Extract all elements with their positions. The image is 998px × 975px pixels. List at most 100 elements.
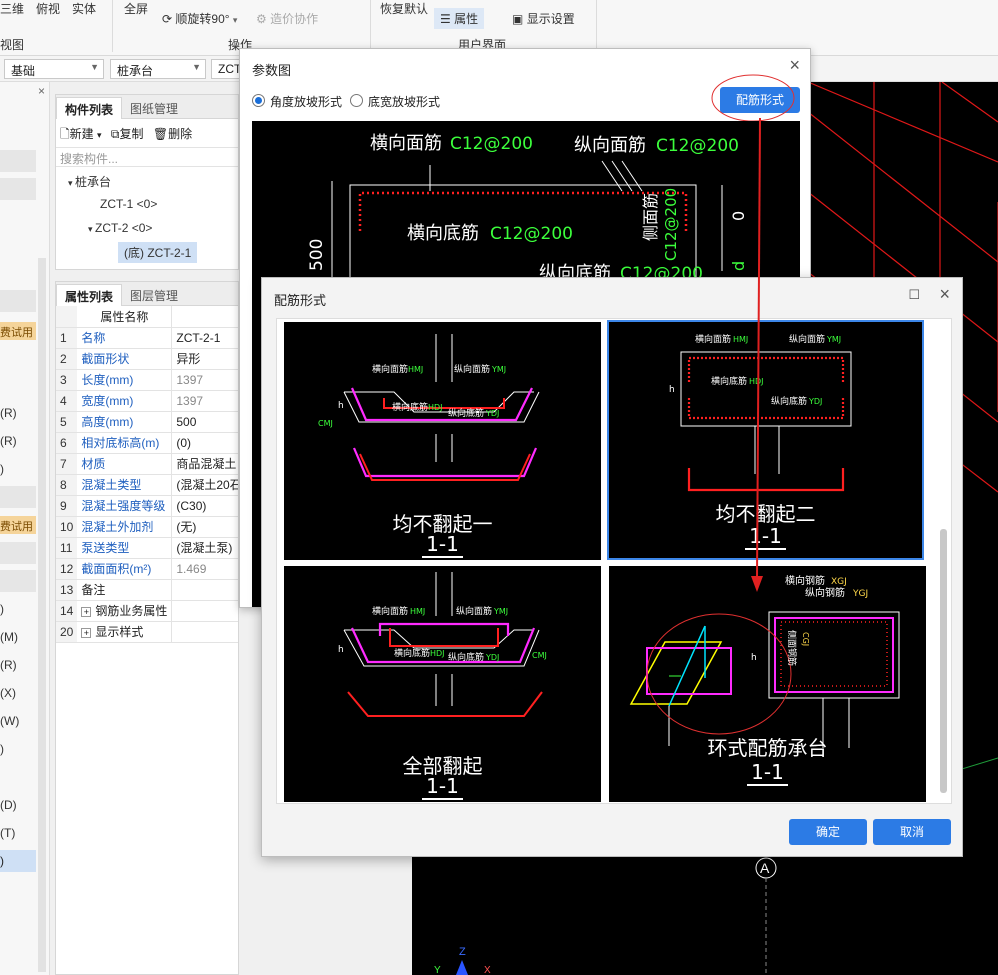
nav-item[interactable]: ) [0, 602, 4, 616]
maximize-icon[interactable]: ☐ [908, 287, 920, 303]
property-value[interactable]: 异形 [171, 348, 238, 370]
nav-item[interactable]: (W) [0, 714, 19, 728]
ribbon-divider [596, 0, 597, 52]
highlight-ellipse [711, 74, 795, 122]
close-icon[interactable]: × [939, 284, 950, 305]
ok-button[interactable]: 确定 [789, 819, 867, 845]
tree-item-zct1[interactable]: ZCT-1 <0> [100, 197, 157, 211]
property-row[interactable]: 5 高度(mm) 500 [56, 411, 238, 433]
opt2-mj: HMJ [733, 335, 748, 344]
fullscreen-button[interactable]: 全屏 [124, 0, 148, 17]
nav-block[interactable] [0, 290, 36, 312]
property-row[interactable]: 8 混凝土类型 (混凝土20石 [56, 474, 238, 496]
expand-plus-icon[interactable]: + [81, 607, 92, 617]
property-row[interactable]: 13 备注 [56, 579, 238, 601]
nav-item[interactable]: ) [0, 742, 4, 756]
nav-item[interactable]: (X) [0, 686, 16, 700]
tree-root[interactable]: ▾ 桩承台 [68, 173, 111, 190]
rotate90-button[interactable]: ⟳ 顺旋转90° ▾ [162, 10, 237, 27]
collab-icon: ⚙ [256, 12, 267, 26]
nav-item[interactable]: ) [0, 462, 4, 476]
close-icon[interactable]: × [38, 84, 45, 98]
property-value[interactable]: (C30) [171, 495, 238, 517]
nav-block[interactable] [0, 178, 36, 200]
search-input[interactable]: 搜索构件... [56, 147, 238, 167]
nav-item[interactable]: (R) [0, 406, 17, 420]
scrollbar[interactable] [38, 258, 46, 972]
property-value[interactable]: (0) [171, 432, 238, 454]
rotate-icon: ⟳ [162, 12, 173, 26]
property-row-number: 14 [56, 600, 78, 622]
property-row[interactable]: 9 混凝土强度等级 (C30) [56, 495, 238, 517]
property-value[interactable] [171, 600, 238, 622]
property-name-label: 材质 [81, 457, 106, 471]
nav-item[interactable]: (R) [0, 658, 17, 672]
rebar-option-3[interactable]: 横向面筋 HMJ 纵向面筋 YMJ 横向底筋 HDJ 纵向底筋 YDJ CMJ … [284, 566, 601, 802]
component-toolbar: 🗋新建 ▾ ⧉复制 🗑删除 [60, 125, 192, 146]
option-1-section: 1-1 [284, 532, 601, 558]
property-row[interactable]: 4 宽度(mm) 1397 [56, 390, 238, 412]
property-value[interactable] [171, 579, 238, 601]
cancel-button[interactable]: 取消 [873, 819, 951, 845]
rebar-option-4[interactable]: 横向钢筋 XGJ 纵向钢筋 YGJ 侧面钢筋 CGJ h 环式配筋承台 1-1 [609, 566, 926, 802]
property-row[interactable]: 11 泵送类型 (混凝土泵) [56, 537, 238, 559]
expand-plus-icon[interactable]: + [81, 628, 92, 638]
tree-root-label: 桩承台 [75, 175, 112, 189]
nav-block[interactable] [0, 542, 36, 564]
opt1-ymj: YMJ [491, 365, 506, 374]
tree-item-zct2[interactable]: ▾ ZCT-2 <0> [88, 221, 152, 235]
property-value[interactable]: (混凝土20石 [171, 474, 238, 496]
property-row[interactable]: 20 + 显示样式 [56, 621, 238, 643]
scrollbar[interactable] [940, 529, 947, 793]
cost-collab-button[interactable]: ⚙ 造价协作 [256, 10, 318, 27]
nav-block[interactable] [0, 570, 36, 592]
property-value[interactable] [171, 621, 238, 643]
property-row[interactable]: 10 混凝土外加剂 (无) [56, 516, 238, 538]
component-tabs: 构件列表 图纸管理 [56, 95, 238, 119]
property-value[interactable]: 500 [171, 411, 238, 433]
tab-drawing-management[interactable]: 图纸管理 [122, 97, 186, 119]
rebar-option-2[interactable]: 横向面筋 HMJ 纵向面筋 YMJ 横向底筋 HDJ 纵向底筋 YDJ h 均不… [607, 320, 924, 560]
restore-default-button[interactable]: 恢复默认 [380, 0, 428, 17]
properties-button[interactable]: ☰ 属性 [434, 8, 485, 29]
nav-item[interactable]: (T) [0, 826, 15, 840]
delete-button[interactable]: 🗑删除 [153, 127, 192, 141]
tab-property-list[interactable]: 属性列表 [56, 284, 123, 306]
tree-item-zct2-1[interactable]: (底) ZCT-2-1 [118, 242, 198, 263]
type-select[interactable]: 桩承台 ▼ [110, 59, 206, 79]
property-value[interactable]: ZCT-2-1 [171, 327, 238, 349]
property-value[interactable]: 1.469 [171, 558, 238, 580]
nav-item[interactable]: (R) [0, 434, 17, 448]
trial-badge[interactable]: 费试用 [0, 516, 36, 534]
property-row[interactable]: 14 + 钢筋业务属性 [56, 600, 238, 622]
property-row[interactable]: 7 材质 商品混凝土 [56, 453, 238, 475]
radio-bottom-width-slope[interactable] [350, 94, 363, 107]
trial-badge[interactable]: 费试用 [0, 322, 36, 340]
nav-item[interactable]: (M) [0, 630, 18, 644]
property-value[interactable]: 1397 [171, 369, 238, 391]
new-button[interactable]: 🗋新建 ▾ [60, 127, 102, 141]
property-value[interactable]: (混凝土泵) [171, 537, 238, 559]
radio-angle-slope[interactable] [252, 94, 265, 107]
property-value[interactable]: (无) [171, 516, 238, 538]
rebar-option-1[interactable]: 横向面筋 HMJ 纵向面筋 YMJ 横向底筋 HDJ 纵向底筋 YDJ CMJ … [284, 322, 601, 560]
copy-button[interactable]: ⧉复制 [111, 127, 144, 141]
view-solid-button[interactable]: 实体 [72, 0, 96, 17]
property-row[interactable]: 1 名称 ZCT-2-1 [56, 327, 238, 349]
tab-layer-management[interactable]: 图层管理 [122, 284, 186, 306]
nav-block[interactable] [0, 486, 36, 508]
property-value[interactable]: 1397 [171, 390, 238, 412]
display-settings-button[interactable]: ▣ 显示设置 [512, 10, 575, 27]
property-row[interactable]: 12 截面面积(m²) 1.469 [56, 558, 238, 580]
tab-component-list[interactable]: 构件列表 [56, 97, 123, 119]
property-row[interactable]: 6 相对底标高(m) (0) [56, 432, 238, 454]
property-value[interactable]: 商品混凝土 [171, 453, 238, 475]
nav-item[interactable]: (D) [0, 798, 17, 812]
nav-item-selected[interactable]: ) [0, 850, 36, 872]
property-row[interactable]: 3 长度(mm) 1397 [56, 369, 238, 391]
floor-select[interactable]: 基础 ▼ [4, 59, 104, 79]
view-3d-button[interactable]: 三维 [0, 0, 24, 17]
view-top-button[interactable]: 俯视 [36, 0, 60, 17]
property-row[interactable]: 2 截面形状 异形 [56, 348, 238, 370]
nav-block[interactable] [0, 150, 36, 172]
